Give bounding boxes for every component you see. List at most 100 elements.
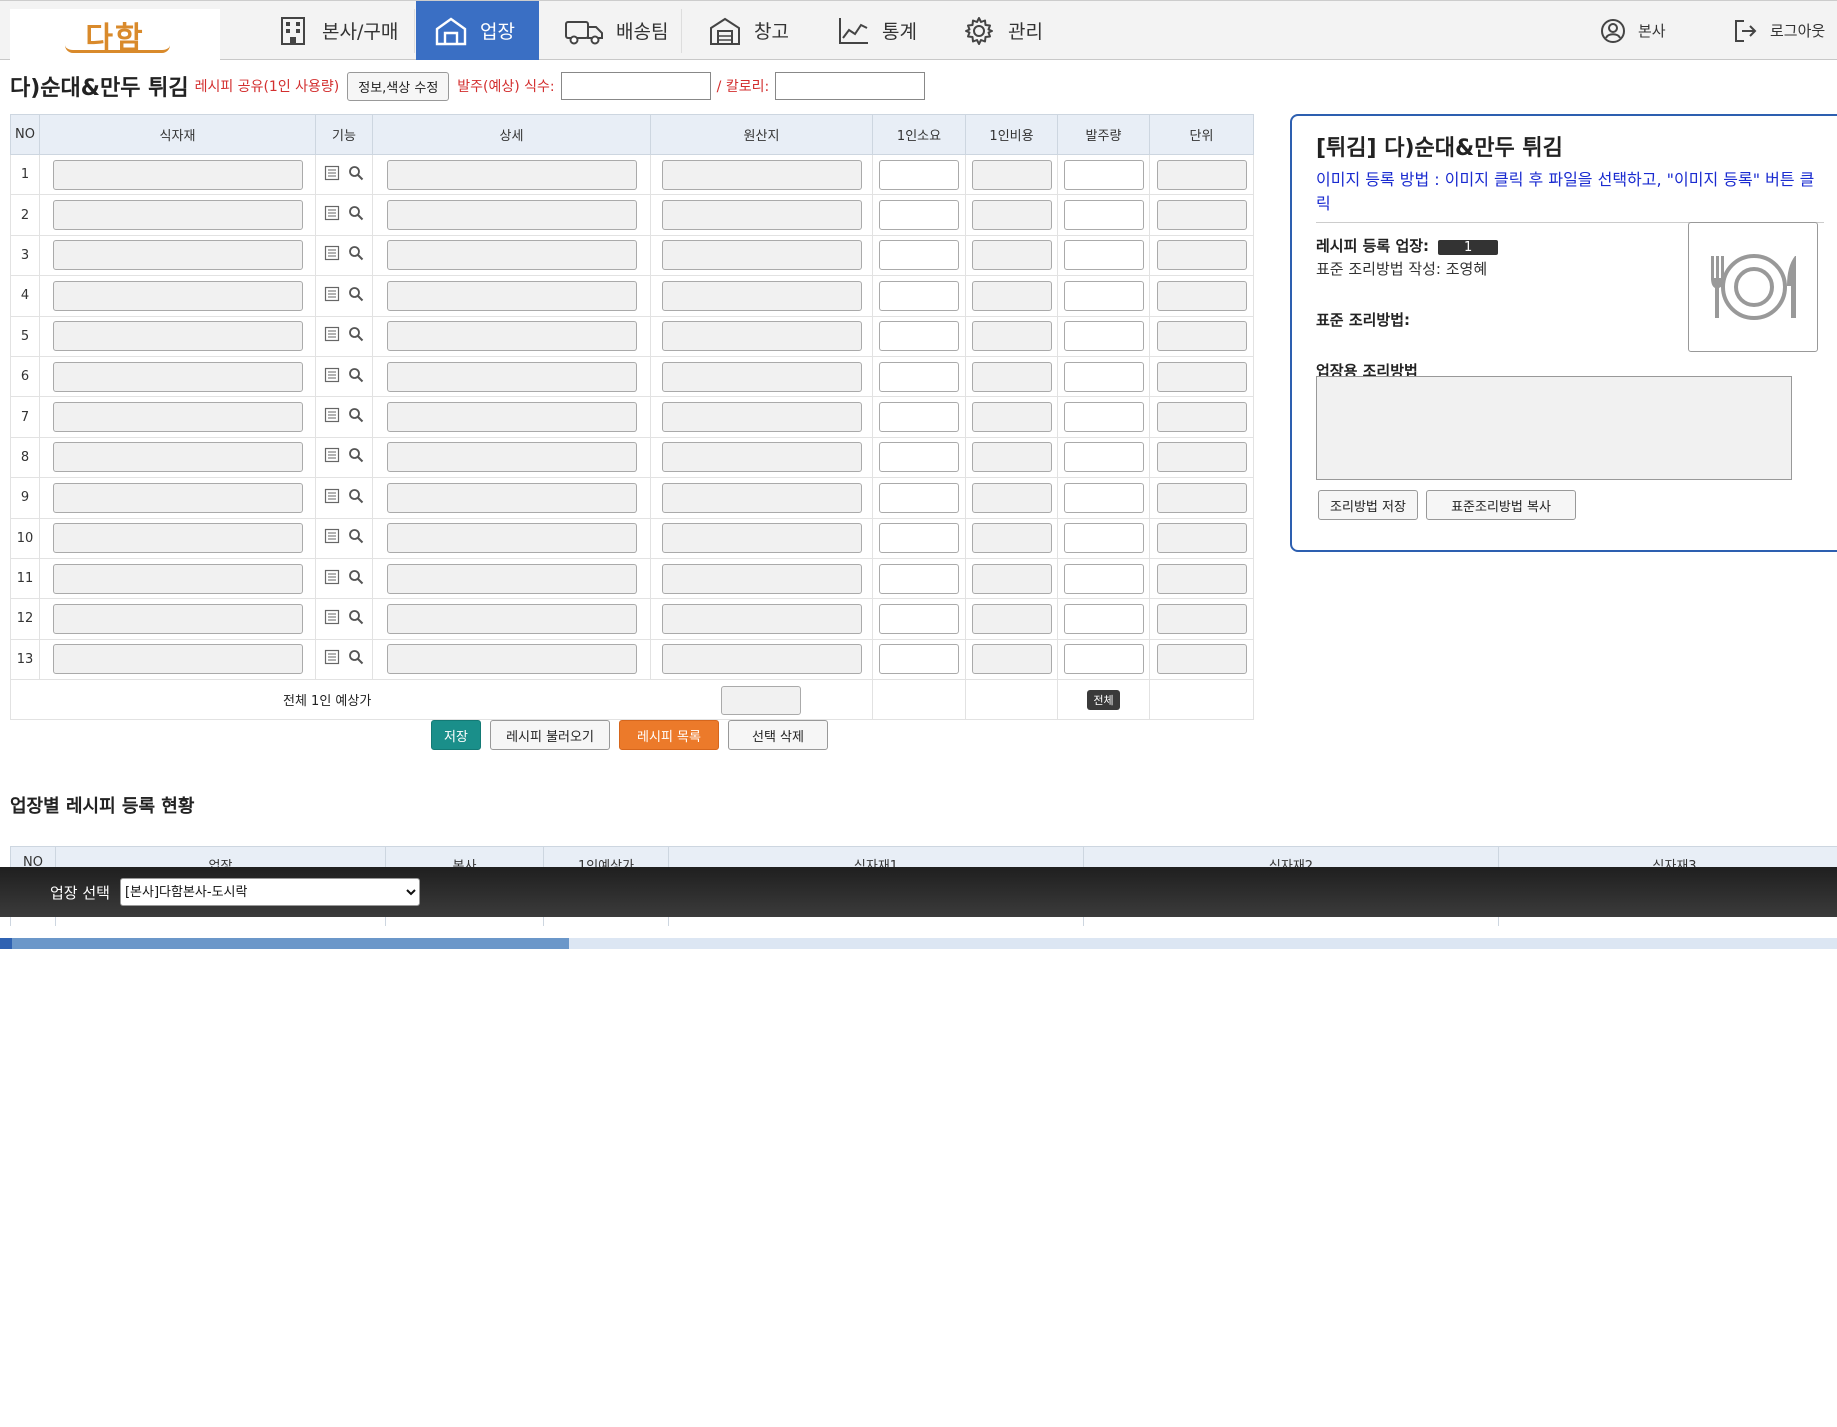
origin-input[interactable]: [661, 280, 862, 311]
nav-item-admin[interactable]: 관리: [944, 1, 1061, 60]
detail-input[interactable]: [386, 482, 637, 513]
order-qty-input[interactable]: [1063, 321, 1144, 352]
detail-input[interactable]: [386, 280, 637, 311]
order-qty-input[interactable]: [1063, 523, 1144, 554]
search-button[interactable]: [348, 286, 364, 306]
unit-input[interactable]: [1156, 159, 1247, 190]
list-button[interactable]: [324, 286, 340, 306]
cost-input[interactable]: [971, 603, 1052, 634]
amount-input[interactable]: [879, 402, 959, 433]
ingredient-input[interactable]: [52, 200, 303, 231]
store-select[interactable]: [본사]다함본사-도시락: [119, 878, 420, 906]
search-button[interactable]: [348, 245, 364, 265]
cost-input[interactable]: [971, 321, 1052, 352]
order-qty-input[interactable]: [1063, 563, 1144, 594]
ingredient-input[interactable]: [52, 563, 303, 594]
list-button[interactable]: [324, 528, 340, 548]
list-button[interactable]: [324, 569, 340, 589]
search-button[interactable]: [348, 528, 364, 548]
unit-input[interactable]: [1156, 240, 1247, 271]
origin-input[interactable]: [661, 442, 862, 473]
ingredient-input[interactable]: [52, 361, 303, 392]
ingredient-input[interactable]: [52, 402, 303, 433]
ingredient-input[interactable]: [52, 442, 303, 473]
search-button[interactable]: [348, 649, 364, 669]
cost-input[interactable]: [971, 240, 1052, 271]
detail-input[interactable]: [386, 603, 637, 634]
detail-input[interactable]: [386, 361, 637, 392]
list-button[interactable]: [324, 447, 340, 467]
order-qty-input[interactable]: [1063, 644, 1144, 675]
amount-input[interactable]: [879, 200, 959, 231]
origin-input[interactable]: [661, 321, 862, 352]
search-button[interactable]: [348, 326, 364, 346]
copy-standard-method-button[interactable]: 표준조리방법 복사: [1426, 490, 1576, 520]
unit-input[interactable]: [1156, 523, 1247, 554]
amount-input[interactable]: [879, 644, 959, 675]
unit-input[interactable]: [1156, 644, 1247, 675]
all-badge[interactable]: 전체: [1087, 689, 1120, 710]
unit-input[interactable]: [1156, 402, 1247, 433]
nav-item-hq-purchase[interactable]: 본사/구매: [258, 1, 416, 60]
load-recipe-button[interactable]: 레시피 불러오기: [490, 720, 610, 750]
unit-input[interactable]: [1156, 442, 1247, 473]
cost-input[interactable]: [971, 482, 1052, 513]
cost-input[interactable]: [971, 280, 1052, 311]
unit-input[interactable]: [1156, 280, 1247, 311]
detail-input[interactable]: [386, 240, 637, 271]
unit-input[interactable]: [1156, 563, 1247, 594]
origin-input[interactable]: [661, 603, 862, 634]
origin-input[interactable]: [661, 200, 862, 231]
amount-input[interactable]: [879, 482, 959, 513]
recipe-list-button[interactable]: 레시피 목록: [619, 720, 719, 750]
ingredient-input[interactable]: [52, 603, 303, 634]
edit-info-button[interactable]: 정보,색상 수정: [347, 71, 450, 101]
origin-input[interactable]: [661, 523, 862, 554]
detail-input[interactable]: [386, 200, 637, 231]
origin-input[interactable]: [661, 563, 862, 594]
origin-input[interactable]: [661, 482, 862, 513]
amount-input[interactable]: [879, 361, 959, 392]
list-button[interactable]: [324, 367, 340, 387]
search-button[interactable]: [348, 569, 364, 589]
amount-input[interactable]: [879, 603, 959, 634]
delete-selected-button[interactable]: 선택 삭제: [728, 720, 828, 750]
recipe-image[interactable]: [1688, 222, 1818, 352]
unit-input[interactable]: [1156, 482, 1247, 513]
amount-input[interactable]: [879, 563, 959, 594]
list-button[interactable]: [324, 326, 340, 346]
order-qty-input[interactable]: [1063, 603, 1144, 634]
list-button[interactable]: [324, 205, 340, 225]
list-button[interactable]: [324, 609, 340, 629]
origin-input[interactable]: [661, 240, 862, 271]
order-count-input[interactable]: [560, 72, 711, 100]
order-qty-input[interactable]: [1063, 442, 1144, 473]
amount-input[interactable]: [879, 523, 959, 554]
detail-input[interactable]: [386, 644, 637, 675]
total-price-input[interactable]: [721, 686, 801, 715]
cost-input[interactable]: [971, 159, 1052, 190]
cost-input[interactable]: [971, 361, 1052, 392]
amount-input[interactable]: [879, 240, 959, 271]
cost-input[interactable]: [971, 563, 1052, 594]
amount-input[interactable]: [879, 159, 959, 190]
amount-input[interactable]: [879, 321, 959, 352]
cost-input[interactable]: [971, 402, 1052, 433]
unit-input[interactable]: [1156, 603, 1247, 634]
ingredient-input[interactable]: [52, 159, 303, 190]
ingredient-input[interactable]: [52, 240, 303, 271]
list-button[interactable]: [324, 649, 340, 669]
detail-input[interactable]: [386, 321, 637, 352]
order-qty-input[interactable]: [1063, 280, 1144, 311]
save-method-button[interactable]: 조리방법 저장: [1318, 490, 1418, 520]
search-button[interactable]: [348, 165, 364, 185]
nav-item-store[interactable]: 업장: [416, 1, 539, 60]
save-button[interactable]: 저장: [431, 720, 481, 750]
order-qty-input[interactable]: [1063, 200, 1144, 231]
order-qty-input[interactable]: [1063, 482, 1144, 513]
cost-input[interactable]: [971, 200, 1052, 231]
amount-input[interactable]: [879, 280, 959, 311]
search-button[interactable]: [348, 447, 364, 467]
unit-input[interactable]: [1156, 200, 1247, 231]
nav-item-delivery[interactable]: 배송팀: [546, 1, 686, 60]
